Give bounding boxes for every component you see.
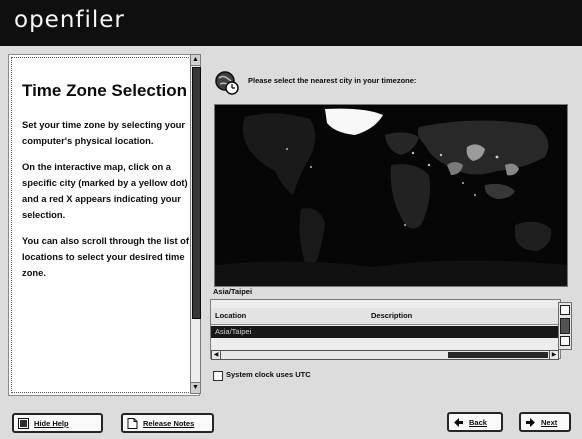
help-paragraph: Set your time zone by selecting your com… — [22, 119, 186, 146]
hide-help-button[interactable]: Hide Help — [12, 413, 103, 433]
table-cell-location: Asia/Taipei — [215, 327, 252, 336]
utc-label[interactable]: System clock uses UTC — [226, 370, 311, 379]
help-title: Time Zone Selection — [22, 81, 188, 100]
table-scrollbar-thumb[interactable] — [560, 318, 570, 334]
help-panel: Time Zone Selection Set your time zone b… — [8, 54, 200, 396]
document-icon — [127, 418, 138, 429]
release-notes-button[interactable]: Release Notes — [121, 413, 214, 433]
scroll-down-button[interactable] — [560, 336, 570, 346]
next-button[interactable]: Next — [519, 412, 571, 432]
column-description[interactable]: Description — [371, 311, 412, 320]
help-scrollbar[interactable]: ▲ ▼ — [190, 54, 201, 394]
help-paragraph: On the interactive map, click on a speci… — [22, 161, 188, 220]
world-map[interactable] — [214, 104, 568, 287]
scroll-down-arrow-icon[interactable]: ▼ — [191, 382, 200, 393]
timezone-prompt: Please select the nearest city in your t… — [248, 76, 417, 85]
table-row-selected[interactable]: Asia/Taipei — [211, 326, 560, 338]
next-arrow-icon — [525, 417, 536, 428]
horizontal-scrollbar-thumb[interactable] — [448, 352, 548, 358]
utc-checkbox[interactable] — [213, 371, 223, 381]
next-label: Next — [541, 418, 558, 427]
scroll-up-button[interactable] — [560, 305, 570, 315]
scroll-left-arrow-icon[interactable]: ◀ — [212, 351, 221, 359]
globe-clock-icon — [214, 70, 240, 96]
column-location[interactable]: Location — [215, 311, 246, 320]
table-scrollbar[interactable] — [558, 302, 572, 350]
help-paragraph: You can also scroll through the list of … — [22, 235, 190, 278]
header-bar: openfiler — [0, 0, 582, 46]
back-arrow-icon — [453, 417, 464, 428]
help-scrollbar-thumb[interactable] — [192, 67, 201, 319]
selected-city-label: Asia/Taipei — [213, 287, 253, 296]
openfiler-logo: openfiler — [14, 7, 125, 33]
help-icon — [18, 418, 29, 429]
scroll-up-arrow-icon[interactable]: ▲ — [191, 55, 200, 66]
help-panel-frame: Time Zone Selection Set your time zone b… — [11, 57, 197, 393]
scroll-right-arrow-icon[interactable]: ▶ — [549, 351, 558, 359]
help-content: Time Zone Selection Set your time zone b… — [22, 78, 192, 291]
back-label: Back — [469, 418, 487, 427]
table-horizontal-scrollbar[interactable]: ◀ ▶ — [211, 350, 559, 360]
release-notes-label: Release Notes — [143, 419, 195, 428]
back-button[interactable]: Back — [447, 412, 503, 432]
hide-help-label: Hide Help — [34, 419, 69, 428]
table-header: Location Description — [211, 308, 560, 325]
